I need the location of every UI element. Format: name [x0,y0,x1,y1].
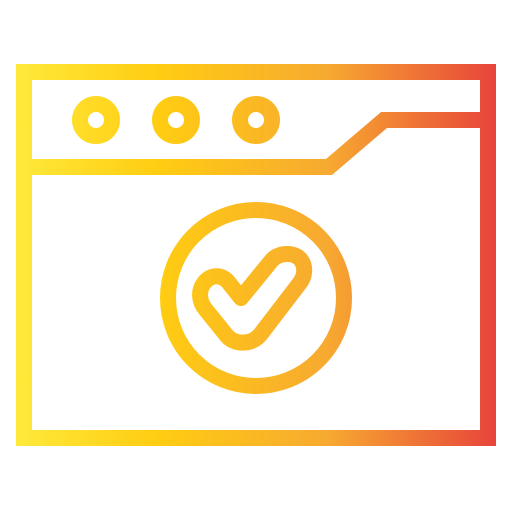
checkmark-icon [192,246,313,351]
control-dot [152,96,200,144]
checkmark-badge [160,202,352,394]
control-dot [232,96,280,144]
control-dot [72,96,120,144]
icon-canvas [0,0,512,512]
window-controls [72,96,280,144]
browser-window-checkmark-icon [16,64,496,446]
